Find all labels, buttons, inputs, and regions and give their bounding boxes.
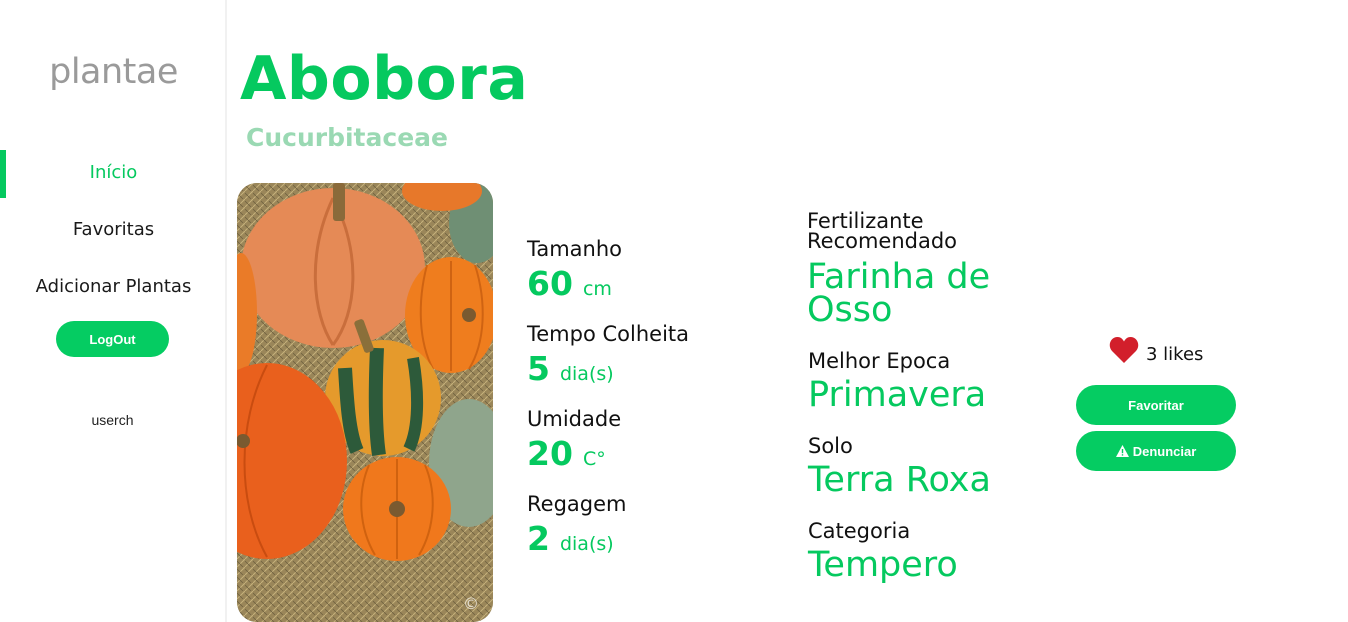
stat-unit-regagem: dia(s) <box>559 533 614 555</box>
detail-value-melhor-epoca: Primavera <box>808 375 987 415</box>
detail-value-solo: Terra Roxa <box>808 460 991 500</box>
heart-icon[interactable] <box>1109 336 1139 364</box>
detail-label-fertilizante: Fertilizante Recomendado <box>807 209 958 253</box>
detail-value-fertilizante: Farinha de Osso <box>807 257 991 330</box>
pumpkins-illustration <box>237 183 493 622</box>
logout-button[interactable]: LogOut <box>56 321 169 357</box>
plant-photo: © <box>237 183 493 622</box>
app-logo[interactable]: plantae <box>0 52 227 92</box>
likes-counter: 3 likes <box>1109 334 1203 365</box>
stat-label-tempo-colheita: Tempo Colheita <box>527 322 690 346</box>
stat-unit-tamanho: cm <box>582 278 612 300</box>
report-button[interactable]: Denunciar <box>1076 431 1236 471</box>
warning-icon <box>1115 445 1129 457</box>
report-label: Denunciar <box>1132 443 1197 459</box>
plant-name: Abobora <box>240 44 529 114</box>
username: userch <box>91 412 134 428</box>
stat-value-tempo-colheita: 5 dia(s) <box>527 349 614 388</box>
plant-family: Cucurbitaceae <box>246 123 448 152</box>
stat-value-umidade: 20 C° <box>527 434 606 473</box>
stat-label-tamanho: Tamanho <box>527 237 623 261</box>
stat-label-regagem: Regagem <box>527 492 627 516</box>
stat-label-umidade: Umidade <box>527 407 622 431</box>
nav-item-adicionar-plantas[interactable]: Adicionar Plantas <box>0 276 227 297</box>
likes-text: 3 likes <box>1146 344 1204 365</box>
stat-value-tamanho: 60 cm <box>527 264 612 303</box>
stat-unit-umidade: C° <box>582 448 606 470</box>
detail-label-categoria: Categoria <box>808 519 911 543</box>
detail-label-melhor-epoca: Melhor Epoca <box>808 349 951 373</box>
nav-item-favoritas[interactable]: Favoritas <box>0 219 227 240</box>
nav-item-inicio[interactable]: Início <box>0 162 227 183</box>
favorite-button[interactable]: Favoritar <box>1076 385 1236 425</box>
photo-copyright: © <box>463 594 479 613</box>
sidebar: plantae Início Favoritas Adicionar Plant… <box>0 0 227 622</box>
detail-value-categoria: Tempero <box>808 545 958 585</box>
stat-value-regagem: 2 dia(s) <box>527 519 614 558</box>
detail-label-solo: Solo <box>808 434 853 458</box>
stat-unit-tempo-colheita: dia(s) <box>559 363 614 385</box>
